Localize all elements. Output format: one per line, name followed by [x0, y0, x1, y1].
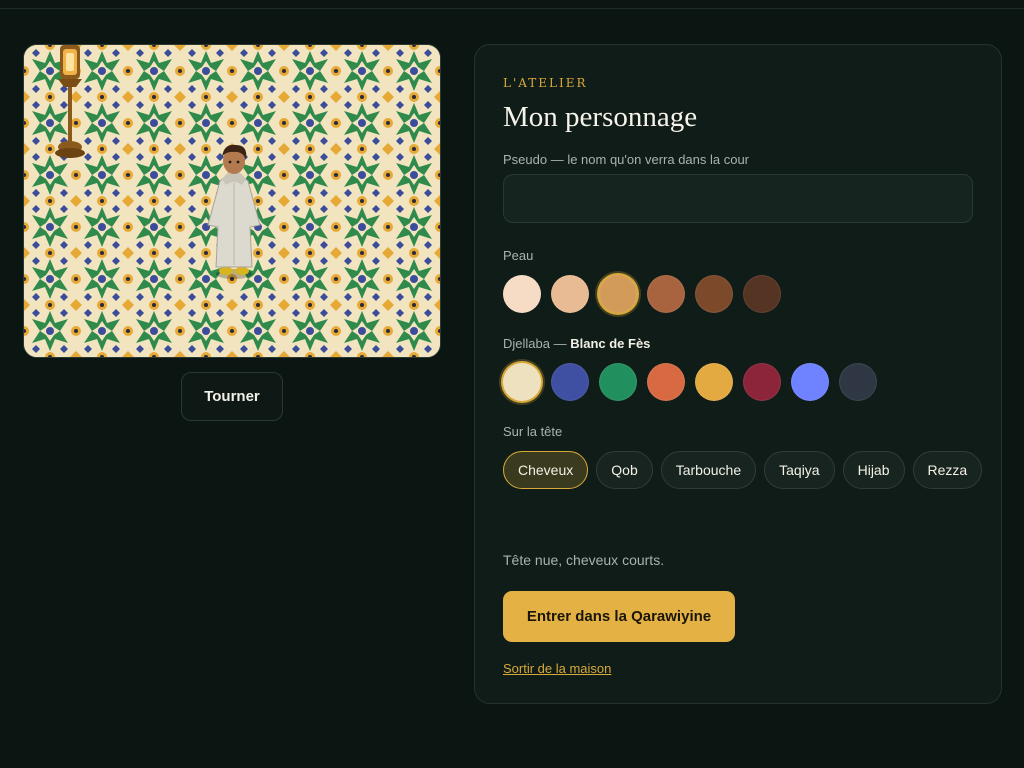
eyebrow-label: L'ATELIER: [503, 76, 588, 90]
page-title: Mon personnage: [503, 101, 698, 133]
djellaba-swatch-8[interactable]: [839, 363, 877, 401]
djellaba-swatch-3[interactable]: [599, 363, 637, 401]
djellaba-label: Djellaba — Blanc de Fès: [503, 336, 650, 351]
rotate-button[interactable]: Tourner: [181, 372, 283, 421]
head-option-rezza[interactable]: Rezza: [912, 451, 983, 489]
head-options: Cheveux Qob Tarbouche Taqiya Hijab Rezza: [503, 451, 983, 489]
skin-swatch-2[interactable]: [551, 275, 589, 313]
skin-swatch-6[interactable]: [743, 275, 781, 313]
character-panel: L'ATELIER Mon personnage Pseudo — le nom…: [474, 44, 1002, 704]
skin-swatches: [503, 275, 781, 313]
head-description: Tête nue, cheveux courts.: [503, 552, 665, 568]
skin-swatch-4[interactable]: [647, 275, 685, 313]
exit-link[interactable]: Sortir de la maison: [503, 661, 611, 676]
skin-label: Peau: [503, 248, 534, 263]
name-label: Pseudo — le nom qu'on verra dans la cour: [503, 152, 750, 167]
djellaba-swatch-5[interactable]: [695, 363, 733, 401]
head-option-hijab[interactable]: Hijab: [842, 451, 905, 489]
character-preview: [23, 44, 441, 358]
head-option-tarbouche[interactable]: Tarbouche: [660, 451, 757, 489]
avatar-icon: [207, 144, 261, 279]
djellaba-swatch-7[interactable]: [791, 363, 829, 401]
djellaba-selected-name: Blanc de Fès: [570, 336, 651, 351]
skin-swatch-1[interactable]: [503, 275, 541, 313]
top-divider: [0, 8, 1024, 9]
skin-swatch-3[interactable]: [599, 275, 637, 313]
enter-button[interactable]: Entrer dans la Qarawiyine: [503, 591, 735, 642]
name-input[interactable]: [503, 174, 973, 223]
head-option-qob[interactable]: Qob: [596, 451, 653, 489]
djellaba-swatch-2[interactable]: [551, 363, 589, 401]
djellaba-swatch-6[interactable]: [743, 363, 781, 401]
djellaba-swatch-4[interactable]: [647, 363, 685, 401]
head-option-cheveux[interactable]: Cheveux: [503, 451, 589, 489]
head-label: Sur la tête: [503, 424, 563, 439]
head-option-taqiya[interactable]: Taqiya: [764, 451, 835, 489]
djellaba-swatches: [503, 363, 877, 401]
djellaba-label-text: Djellaba —: [503, 336, 567, 351]
lantern-icon: [55, 45, 85, 158]
djellaba-swatch-1[interactable]: [503, 363, 541, 401]
skin-swatch-5[interactable]: [695, 275, 733, 313]
